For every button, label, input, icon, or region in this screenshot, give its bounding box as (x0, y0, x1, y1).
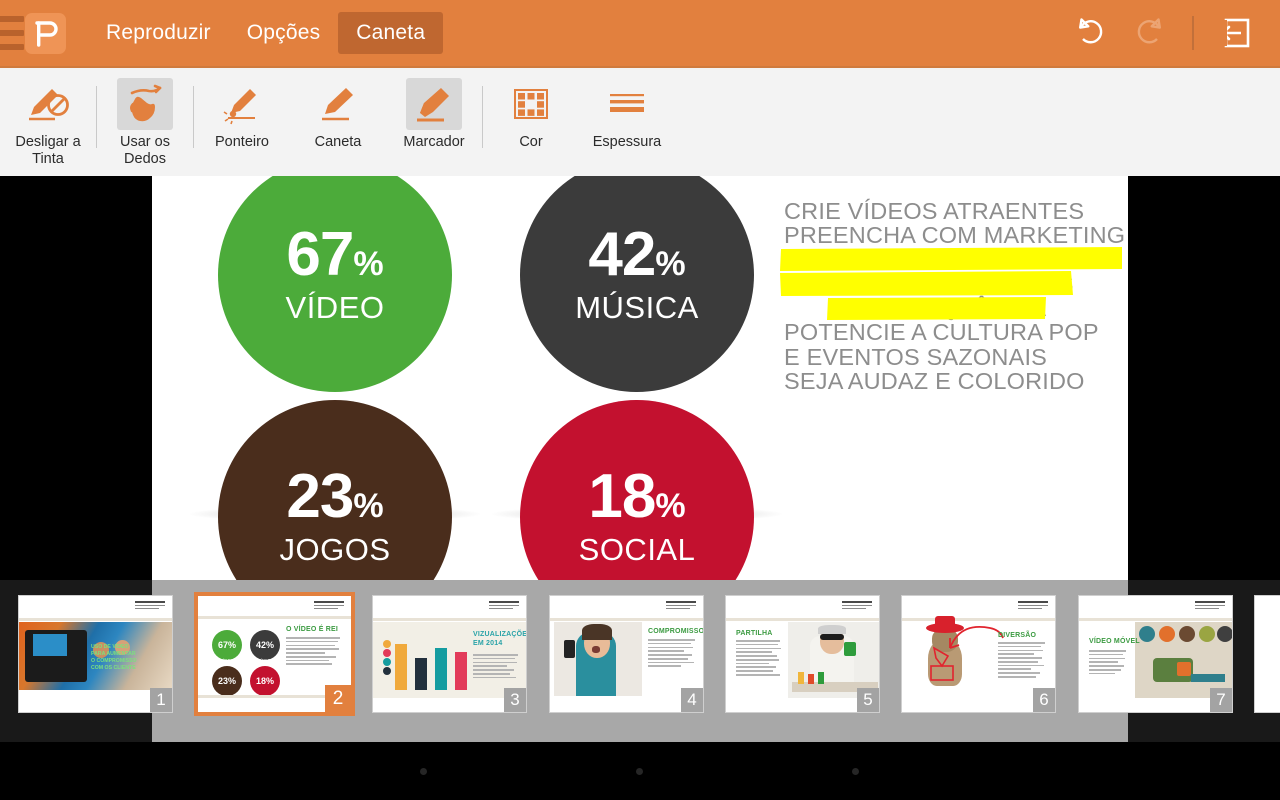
thumbnail-title: COMPROMISSO (648, 628, 704, 635)
current-slide[interactable]: 67% VÍDEO 42% MÚSICA 23% JOGOS 18% SOCIA… (152, 176, 1128, 580)
stat-circle-social: 18% SOCIAL (520, 400, 754, 580)
slide-text-line: PREENCHA COM MARKETING (784, 222, 1126, 249)
laser-pointer-icon (214, 78, 270, 130)
thumbnail-number: 5 (857, 688, 879, 712)
stat-value: 67 (286, 220, 354, 289)
exit-icon (1220, 18, 1250, 48)
menu-caneta[interactable]: Caneta (338, 12, 444, 54)
menu-hamburger-icon[interactable] (0, 16, 24, 50)
thumbnail-number: 4 (681, 688, 703, 712)
stat-circle-jogos: 23% JOGOS (218, 400, 452, 580)
tool-usar-dedos[interactable]: Usar os Dedos (97, 74, 193, 174)
stat-symbol: % (353, 245, 384, 283)
nav-home-dot[interactable] (636, 768, 643, 775)
exit-button[interactable] (1210, 7, 1262, 59)
system-nav-bar (0, 742, 1280, 800)
stat-value: 18 (588, 462, 656, 531)
undo-button[interactable] (1064, 7, 1116, 59)
tool-label-line1: Caneta (314, 134, 362, 150)
menu-opcoes[interactable]: Opções (229, 12, 339, 54)
tool-label-line2: Dedos (124, 151, 166, 167)
top-toolbar: Reproduzir Opções Caneta (0, 0, 1280, 66)
color-palette-icon (503, 78, 559, 130)
tool-label-line1: Espessura (592, 134, 662, 150)
thumbnail-slide-6[interactable]: DIVERSÃO 6 (901, 595, 1056, 713)
thumbnail-number: 7 (1210, 688, 1232, 712)
slide-text-line: E EVENTOS SAZONAIS (784, 343, 1048, 370)
tool-espessura[interactable]: Espessura (579, 74, 675, 174)
thumbnail-title: O VÍDEO É REI (286, 626, 338, 633)
stat-circle-musica: 42% MÚSICA (520, 176, 754, 392)
top-menu: Reproduzir Opções Caneta (88, 0, 444, 66)
tool-label-line1: Usar os (120, 134, 170, 150)
redo-arrow-icon (1137, 18, 1161, 44)
undo-arrow-icon (1079, 18, 1103, 44)
stat-symbol: % (353, 487, 384, 525)
thumbnail-title: DIVERSÃO (998, 632, 1037, 639)
thumbnail-number: 2 (325, 685, 351, 712)
pen-icon (310, 78, 366, 130)
nav-recents-dot[interactable] (852, 768, 859, 775)
thumbnail-list: USO DE VÍDEO PARA AUMENTAR O COMPROMISSO CO… (0, 580, 1280, 742)
thumbnail-slide-3[interactable]: VIZUALIZAÇÕES EM 2014 3 (372, 595, 527, 713)
tool-label-line1: Marcador (403, 134, 465, 150)
slide-text-line: CRIE VÍDEOS ATRAENTES (784, 198, 1085, 224)
slide-text-block: CRIE VÍDEOS ATRAENTES PREENCHA COM MARKE… (784, 198, 1126, 395)
highlighter-icon (406, 78, 462, 130)
pencil-disabled-icon (20, 78, 76, 130)
tool-ponteiro[interactable]: Ponteiro (194, 74, 290, 174)
stat-value: 23 (286, 462, 354, 531)
thumbnail-title: VÍDEO MÓVEL (1089, 638, 1140, 645)
thumbnail-slide-1[interactable]: USO DE VÍDEO PARA AUMENTAR O COMPROMISSO CO… (18, 595, 173, 713)
thumbnail-number: 1 (150, 688, 172, 712)
stat-label: MÚSICA (575, 290, 699, 325)
tool-label-line1: Cor (519, 134, 543, 150)
ink-tool-ribbon: Desligar a Tinta Usar os Dedos Ponteiro … (0, 66, 1280, 176)
redo-button[interactable] (1124, 7, 1176, 59)
stat-label: VÍDEO (285, 290, 385, 325)
slide-canvas[interactable]: 67% VÍDEO 42% MÚSICA 23% JOGOS 18% SOCIA… (0, 176, 1280, 580)
app-logo[interactable] (25, 13, 66, 54)
slide-text-line: SEJA AUDAZ E COLORIDO (784, 368, 1085, 395)
tool-label-line1: Desligar a (15, 134, 81, 150)
slide-filmstrip[interactable]: USO DE VÍDEO PARA AUMENTAR O COMPROMISSO CO… (0, 580, 1280, 742)
thumbnail-number: 3 (504, 688, 526, 712)
thumbnail-slide-2[interactable]: O VÍDEO É REI 67% VÍDEO 42% MÚSICA 23% J… (194, 592, 355, 716)
thumbnail-number: 6 (1033, 688, 1055, 712)
presentation-app: Reproduzir Opções Caneta Desligar a Tint… (0, 0, 1280, 800)
stat-symbol: % (655, 245, 686, 283)
slide-text-line: COM FREQUÊNCIA (828, 295, 1047, 322)
thumbnail-slide-4[interactable]: COMPROMISSO 4 (549, 595, 704, 713)
thumbnail-title: VIZUALIZAÇÕES EM 2014 (473, 631, 527, 647)
tool-marcador[interactable]: Marcador (386, 74, 482, 174)
stat-value: 42 (588, 220, 656, 289)
tool-desligar-tinta[interactable]: Desligar a Tinta (0, 74, 96, 174)
thickness-icon (599, 78, 655, 130)
stat-label: SOCIAL (578, 532, 696, 567)
thumbnail-title: PARTILHA (736, 630, 773, 637)
tool-caneta[interactable]: Caneta (290, 74, 386, 174)
thumbnail-slide-7[interactable]: VÍDEO MÓVEL 7 (1078, 595, 1233, 713)
top-actions (1064, 0, 1262, 66)
stat-symbol: % (655, 487, 686, 525)
logo-p-icon (34, 20, 58, 47)
tool-label-line2: Tinta (32, 151, 64, 167)
slide-text-line: ENTRE NOS CANAIS SOCIAIS (784, 246, 1122, 273)
toolbar-divider (1192, 16, 1194, 50)
slide-text-line: POTENCIE A CULTURA POP (784, 319, 1099, 346)
stat-label: JOGOS (279, 532, 391, 567)
tool-cor[interactable]: Cor (483, 74, 579, 174)
thumbnail-slide-5[interactable]: PARTILHA 5 (725, 595, 880, 713)
stat-circle-video: 67% VÍDEO (218, 176, 452, 392)
nav-back-dot[interactable] (420, 768, 427, 775)
slide-text-line: ACTUALIZE CONTEÚDOS (784, 270, 1074, 297)
red-arrow-icon (949, 626, 1004, 649)
hand-draw-icon (117, 78, 173, 130)
menu-reproduzir[interactable]: Reproduzir (88, 12, 229, 54)
tool-label-line1: Ponteiro (214, 134, 269, 150)
thumbnail-slide-8[interactable] (1254, 595, 1280, 713)
